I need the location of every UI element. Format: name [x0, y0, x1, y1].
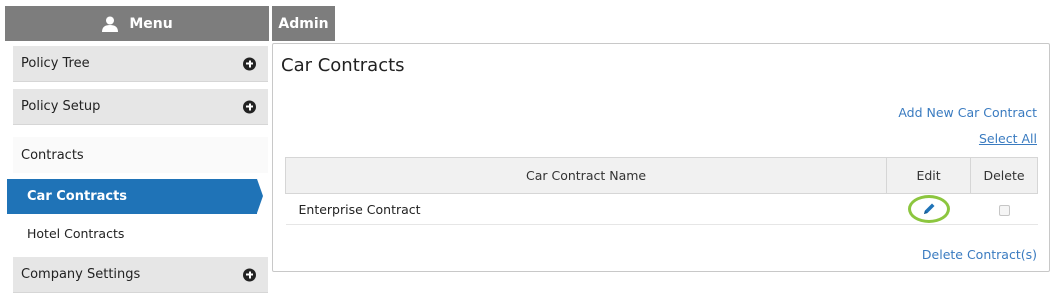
- edit-cell: [886, 193, 971, 225]
- sidebar-item-car-contracts[interactable]: Car Contracts: [7, 179, 263, 214]
- sidebar-item-label: Car Contracts: [27, 189, 128, 204]
- contracts-table: Car Contract Name Edit Delete Enterprise…: [284, 157, 1038, 225]
- sidebar: Policy Tree Policy Setup Contracts Car C…: [5, 41, 269, 299]
- plus-circle-icon[interactable]: [243, 57, 256, 70]
- plus-circle-icon[interactable]: [243, 100, 256, 113]
- sidebar-item-contracts[interactable]: Contracts: [13, 137, 268, 173]
- sidebar-item-label: Policy Tree: [21, 56, 90, 71]
- menu-label: Menu: [129, 15, 173, 32]
- select-all-link[interactable]: Select All: [979, 131, 1037, 146]
- sidebar-item-company-settings[interactable]: Company Settings: [13, 257, 268, 293]
- tab-admin[interactable]: Admin: [272, 6, 335, 41]
- tab-label: Admin: [278, 15, 329, 32]
- column-header-name: Car Contract Name: [284, 157, 888, 194]
- sidebar-item-policy-tree[interactable]: Policy Tree: [13, 46, 268, 82]
- contract-name-cell: Enterprise Contract: [285, 193, 887, 225]
- main-panel: Car Contracts Add New Car Contract Selec…: [272, 43, 1050, 272]
- pencil-icon: [923, 203, 935, 214]
- table-row: Enterprise Contract: [285, 193, 1038, 225]
- delete-checkbox[interactable]: [998, 204, 1010, 216]
- delete-contracts-link[interactable]: Delete Contract(s): [922, 247, 1037, 262]
- column-header-edit: Edit: [886, 157, 972, 194]
- sidebar-item-label: Policy Setup: [21, 99, 101, 114]
- page-title: Car Contracts: [281, 55, 405, 76]
- user-icon: [101, 16, 119, 32]
- sidebar-item-label: Company Settings: [21, 267, 141, 282]
- delete-cell: [970, 193, 1038, 225]
- column-header-delete: Delete: [970, 157, 1038, 194]
- sidebar-item-policy-setup[interactable]: Policy Setup: [13, 89, 268, 125]
- edit-button[interactable]: [907, 195, 950, 223]
- menu-button[interactable]: Menu: [5, 6, 269, 41]
- sidebar-item-label: Hotel Contracts: [27, 225, 125, 241]
- sidebar-item-hotel-contracts[interactable]: Hotel Contracts: [13, 216, 268, 250]
- add-new-contract-link[interactable]: Add New Car Contract: [898, 105, 1037, 120]
- plus-circle-icon[interactable]: [243, 268, 256, 281]
- sidebar-item-label: Contracts: [21, 147, 84, 163]
